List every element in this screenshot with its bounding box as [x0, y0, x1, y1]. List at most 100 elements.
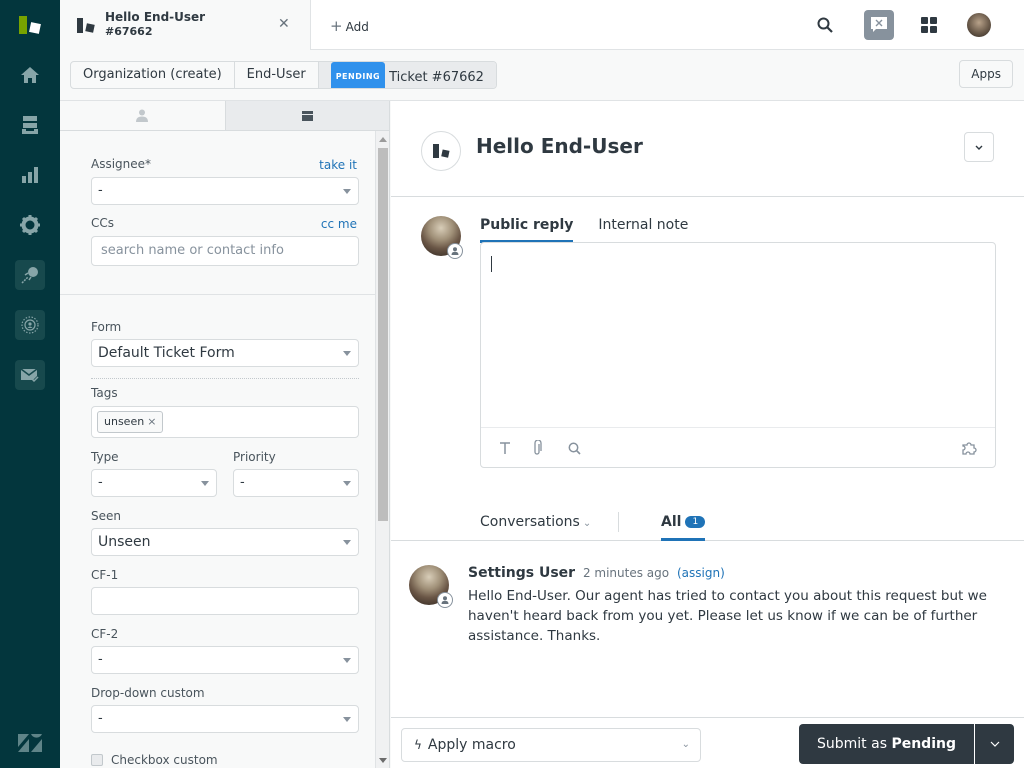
- ticket-tab[interactable]: Hello End-User #67662 ✕: [60, 0, 311, 50]
- home-icon: [21, 67, 39, 83]
- assignee-select[interactable]: -: [91, 177, 359, 205]
- conversation-filter-bar: Conversations ⌄ All 1: [391, 506, 1024, 541]
- nav-email[interactable]: [15, 360, 45, 390]
- type-select[interactable]: -: [91, 469, 217, 497]
- close-tab-icon[interactable]: ✕: [278, 16, 290, 32]
- search-button[interactable]: [810, 10, 840, 40]
- scroll-down-icon[interactable]: [379, 758, 387, 763]
- reply-textarea[interactable]: [481, 243, 995, 428]
- chevron-down-icon: [343, 189, 351, 194]
- apply-macro-dropdown[interactable]: ϟ Apply macro ⌄: [401, 728, 701, 762]
- scroll-up-icon[interactable]: [379, 137, 387, 142]
- section-divider: [60, 294, 375, 295]
- tab-internal-note[interactable]: Internal note: [598, 217, 688, 243]
- ticket-main: Hello End-User Public reply Internal not…: [391, 101, 1024, 768]
- chevron-down-icon: [343, 658, 351, 663]
- nav-views[interactable]: [15, 110, 45, 140]
- properties-scrollbar[interactable]: [375, 131, 389, 768]
- form-label: Form: [91, 320, 122, 334]
- product-tray-button[interactable]: [914, 10, 944, 40]
- cf2-value: -: [98, 652, 103, 667]
- top-bar: Hello End-User #67662 ✕ + Add: [60, 0, 1024, 50]
- cf1-label: CF-1: [91, 568, 119, 582]
- nav-home[interactable]: [15, 60, 45, 90]
- message-header: Settings User 2 minutes ago (assign): [468, 565, 725, 581]
- chevron-down-icon: [343, 481, 351, 486]
- zendesk-support-logo[interactable]: [16, 12, 44, 38]
- user-avatar: [967, 13, 991, 37]
- tab-all[interactable]: All 1: [661, 514, 706, 541]
- tab-ticket-number: #67662: [105, 25, 153, 38]
- ticket-fields-icon: [302, 110, 314, 121]
- user-icon: [136, 109, 149, 122]
- ticket-footer: ϟ Apply macro ⌄ Submit as Pending: [391, 717, 1024, 768]
- remove-tag-icon[interactable]: ×: [147, 415, 156, 428]
- chevron-down-icon: [975, 145, 983, 150]
- form-value: Default Ticket Form: [98, 345, 235, 361]
- cf1-input[interactable]: [91, 587, 359, 615]
- cc-me-link[interactable]: cc me: [321, 217, 357, 231]
- chat-status-button[interactable]: [864, 10, 894, 40]
- assignee-value: -: [98, 183, 103, 198]
- all-label: All: [661, 514, 682, 530]
- ticket-subject[interactable]: Hello End-User: [476, 134, 643, 158]
- user-icon: [451, 247, 459, 255]
- text-format-icon: [500, 442, 510, 454]
- type-label: Type: [91, 450, 119, 464]
- message-author[interactable]: Settings User: [468, 565, 575, 581]
- views-icon: [22, 116, 38, 134]
- knowledge-search-button[interactable]: [565, 439, 583, 457]
- breadcrumb-bar: Organization (create) End-User PENDING Ti…: [60, 50, 1024, 101]
- form-select[interactable]: Default Ticket Form: [91, 339, 359, 367]
- cf2-select[interactable]: -: [91, 646, 359, 674]
- attach-button[interactable]: [528, 439, 546, 457]
- breadcrumb-organization[interactable]: Organization (create): [71, 62, 235, 88]
- ticket-options-button[interactable]: [964, 132, 994, 162]
- nav-admin[interactable]: [15, 210, 45, 240]
- conversations-filter-dropdown[interactable]: Conversations ⌄: [480, 514, 591, 530]
- take-it-link[interactable]: take it: [319, 158, 357, 172]
- seen-select[interactable]: Unseen: [91, 528, 359, 556]
- submit-status: Pending: [891, 736, 956, 752]
- explore-icon: [21, 267, 38, 284]
- user-menu-button[interactable]: [964, 10, 994, 40]
- chat-offline-icon: [871, 17, 887, 32]
- breadcrumb-requester[interactable]: End-User: [235, 62, 319, 88]
- assignee-label: Assignee*: [91, 157, 152, 171]
- breadcrumb-ticket[interactable]: PENDING Ticket #67662: [318, 62, 496, 88]
- search-icon: [568, 442, 581, 455]
- nav-reporting[interactable]: [15, 160, 45, 190]
- zendesk-logo[interactable]: [17, 733, 43, 753]
- add-tab-button[interactable]: + Add: [330, 17, 369, 35]
- priority-value: -: [240, 475, 245, 490]
- radar-icon: [21, 316, 39, 334]
- apps-extension-button[interactable]: [961, 439, 979, 457]
- apps-button[interactable]: Apps: [959, 60, 1013, 88]
- chevron-down-icon: [343, 540, 351, 545]
- tags-input[interactable]: unseen ×: [91, 406, 359, 438]
- submit-prefix: Submit as: [817, 736, 887, 752]
- dropdown-custom-select[interactable]: -: [91, 705, 359, 733]
- tab-ticket-fields[interactable]: [224, 101, 389, 130]
- dropdown-custom-label: Drop-down custom: [91, 686, 205, 700]
- nav-guide[interactable]: [15, 310, 45, 340]
- tab-user-info[interactable]: [60, 101, 225, 130]
- priority-select[interactable]: -: [233, 469, 359, 497]
- ccs-placeholder: search name or contact info: [101, 243, 284, 258]
- product-nav: [0, 0, 60, 768]
- bar-chart-icon: [22, 167, 38, 183]
- tab-public-reply[interactable]: Public reply: [480, 217, 574, 243]
- search-icon: [817, 17, 833, 33]
- scrollbar-thumb[interactable]: [378, 148, 388, 521]
- nav-explore[interactable]: [15, 260, 45, 290]
- seen-value: Unseen: [98, 534, 151, 550]
- submit-button[interactable]: Submit as Pending: [799, 724, 974, 764]
- breadcrumb: Organization (create) End-User PENDING Ti…: [70, 61, 497, 89]
- checkbox-custom[interactable]: [91, 754, 103, 766]
- gear-icon: [20, 215, 40, 235]
- assign-link[interactable]: (assign): [677, 566, 725, 580]
- ccs-input[interactable]: search name or contact info: [91, 236, 359, 266]
- filter-divider: [618, 512, 619, 532]
- format-text-button[interactable]: [496, 439, 514, 457]
- submit-options-button[interactable]: [975, 724, 1014, 764]
